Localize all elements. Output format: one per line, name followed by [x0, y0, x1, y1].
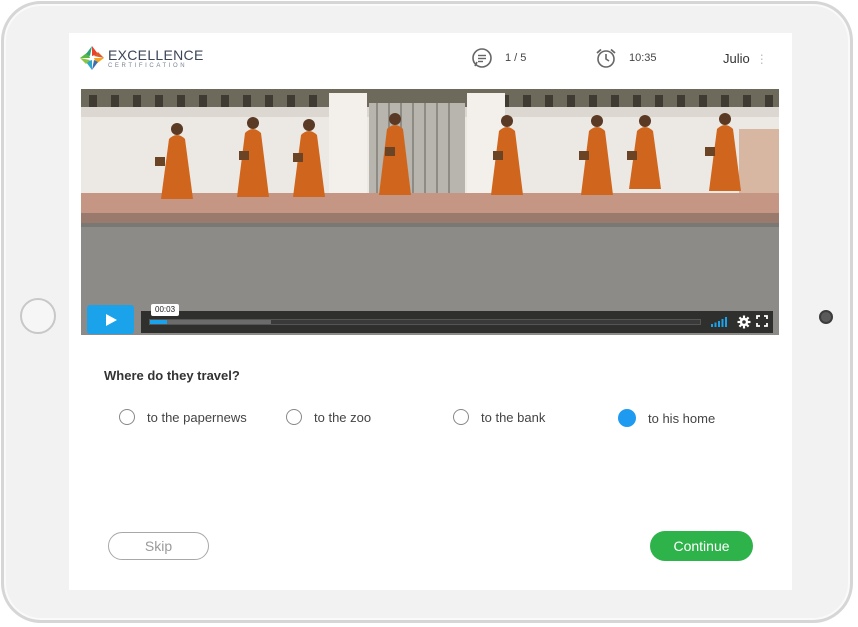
- radio-button[interactable]: [119, 409, 135, 425]
- question-text: Where do they travel?: [104, 368, 240, 383]
- home-button[interactable]: [20, 298, 56, 334]
- option-label: to the bank: [481, 409, 546, 425]
- seek-buffered: [150, 320, 271, 324]
- chat-list-icon: [472, 48, 492, 68]
- continue-button[interactable]: Continue: [650, 531, 753, 561]
- quiz-screen: EXCELLENCE CERTIFICATION 1 / 5 10:35 Jul…: [69, 33, 792, 590]
- quiz-timer: 10:35: [595, 47, 657, 69]
- option-label: to the zoo: [314, 409, 372, 425]
- radio-button[interactable]: [453, 409, 469, 425]
- user-name: Julio: [723, 51, 750, 66]
- brand-logo: EXCELLENCE CERTIFICATION: [78, 44, 204, 72]
- video-frame: [81, 89, 779, 335]
- camera-icon: [819, 310, 833, 324]
- brand-name: EXCELLENCE: [108, 46, 204, 63]
- timer-text: 10:35: [629, 52, 657, 64]
- option-label: to the papernews: [147, 409, 247, 425]
- video-controlbar: [141, 311, 773, 333]
- video-player[interactable]: 00:03: [81, 89, 779, 335]
- skip-button[interactable]: Skip: [108, 532, 209, 560]
- more-vertical-icon[interactable]: ⋮: [756, 52, 768, 66]
- fullscreen-icon[interactable]: [756, 315, 768, 327]
- current-time: 00:03: [151, 304, 180, 316]
- play-button[interactable]: [87, 305, 134, 334]
- progress-text: 1 / 5: [505, 52, 527, 64]
- seek-played: [150, 320, 167, 324]
- option-papernews[interactable]: to the papernews: [119, 409, 247, 425]
- play-icon: [105, 313, 117, 326]
- question-progress: 1 / 5: [471, 47, 526, 69]
- radio-button-selected[interactable]: [618, 409, 636, 427]
- volume-icon[interactable]: [711, 317, 729, 327]
- option-bank[interactable]: to the bank: [453, 409, 545, 425]
- option-zoo[interactable]: to the zoo: [286, 409, 371, 425]
- option-label: to his home: [648, 410, 716, 426]
- brand-tagline: CERTIFICATION: [108, 62, 188, 69]
- alarm-clock-icon: [596, 48, 616, 68]
- gear-icon[interactable]: [737, 315, 751, 329]
- seek-bar[interactable]: [149, 319, 701, 325]
- user-menu[interactable]: Julio ⋮: [723, 51, 768, 66]
- answer-options: to the papernews to the zoo to the bank …: [69, 409, 792, 433]
- option-home[interactable]: to his home: [618, 409, 715, 427]
- logo-icon: [80, 46, 104, 70]
- radio-button[interactable]: [286, 409, 302, 425]
